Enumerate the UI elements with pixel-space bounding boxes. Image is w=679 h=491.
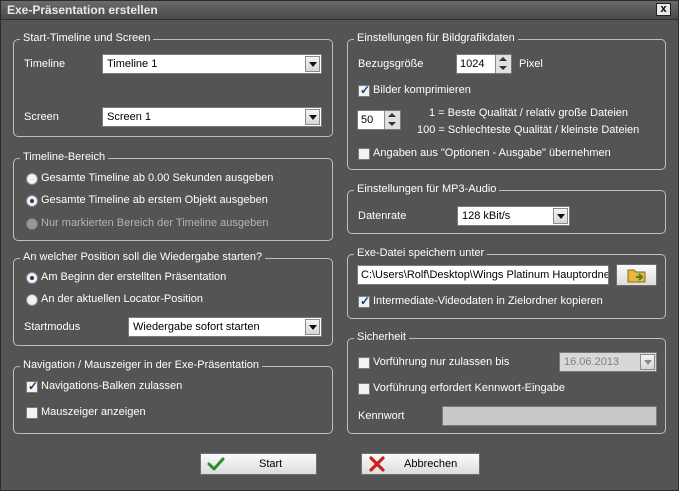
radio-range-2-label: Nur markierten Bereich der Timeline ausg… <box>41 217 269 229</box>
password-field <box>442 406 657 426</box>
start-button[interactable]: Start <box>200 453 317 475</box>
security-legend: Sicherheit <box>354 331 409 343</box>
close-button[interactable]: x <box>656 3 671 16</box>
cancel-button[interactable]: Abbrechen <box>361 453 480 475</box>
chevron-down-icon[interactable] <box>305 109 320 125</box>
intermediate-label[interactable]: Intermediate-Videodaten in Zielordner ko… <box>373 295 603 307</box>
checkmark-icon <box>207 457 225 471</box>
start-button-label: Start <box>259 458 283 470</box>
timeline-select[interactable]: Timeline 1 <box>102 54 322 74</box>
cancel-button-label: Abbrechen <box>404 458 458 470</box>
browse-folder-button[interactable] <box>616 264 657 286</box>
ref-size-unit: Pixel <box>519 58 543 70</box>
window-title: Exe-Präsentation erstellen <box>7 3 158 17</box>
screen-label: Screen <box>24 111 59 123</box>
until-checkbox[interactable] <box>358 357 370 369</box>
nav-bar-checkbox[interactable] <box>26 379 38 393</box>
screen-select[interactable]: Screen 1 <box>102 107 322 127</box>
radio-start-beginning-label[interactable]: Am Beginn der erstellten Präsentation <box>41 271 226 283</box>
bitrate-select-value: 128 kBit/s <box>462 210 511 222</box>
radio-range-2 <box>26 218 38 230</box>
quality-value: 50 <box>361 114 374 126</box>
timeline-label: Timeline <box>24 58 66 70</box>
startmode-select-value: Wiedergabe sofort starten <box>133 321 260 333</box>
navigation-legend: Navigation / Mauszeiger in der Exe-Präse… <box>20 359 263 371</box>
startmode-select[interactable]: Wiedergabe sofort starten <box>128 317 322 337</box>
password-label: Kennwort <box>358 410 405 422</box>
ref-size-value: 1024 <box>460 58 485 70</box>
startmode-label: Startmodus <box>24 321 81 333</box>
timeline-select-value: Timeline 1 <box>107 58 158 70</box>
chevron-down-icon[interactable] <box>305 56 320 72</box>
quality-spinner[interactable]: 50 <box>357 110 401 130</box>
folder-icon <box>627 269 646 283</box>
password-required-checkbox[interactable] <box>358 383 370 395</box>
save-path-value: C:\Users\Rolf\Desktop\Wings Platinum Hau… <box>361 269 609 281</box>
ref-size-spinner[interactable]: 1024 <box>456 54 512 74</box>
image-settings-legend: Einstellungen für Bildgrafikdaten <box>354 32 518 44</box>
date-picker: 16.06.2013 <box>559 352 657 372</box>
options-label[interactable]: Angaben aus "Optionen - Ausgabe" überneh… <box>373 147 611 159</box>
until-label[interactable]: Vorführung nur zulassen bis <box>373 356 509 368</box>
chevron-down-icon[interactable] <box>553 208 568 224</box>
chevron-down-icon[interactable] <box>305 319 320 335</box>
timeline-range-legend: Timeline-Bereich <box>20 151 109 163</box>
bitrate-label: Datenrate <box>358 210 407 222</box>
compress-label[interactable]: Bilder komprimieren <box>373 84 471 96</box>
screen-select-value: Screen 1 <box>107 111 152 123</box>
cross-icon <box>369 456 385 472</box>
spinner-arrows-icon[interactable] <box>384 111 400 129</box>
nav-bar-label[interactable]: Navigations-Balken zulassen <box>41 380 182 392</box>
start-position-legend: An welcher Position soll die Wiedergabe … <box>20 251 266 263</box>
bitrate-select[interactable]: 128 kBit/s <box>457 206 570 226</box>
options-checkbox[interactable] <box>358 148 370 160</box>
quality-hint-2: 100 = Schlechteste Qualität / kleinste D… <box>417 124 640 136</box>
navigation-group: Navigation / Mauszeiger in der Exe-Präse… <box>13 359 333 434</box>
dialog-window: Exe-Präsentation erstellen x Start-Timel… <box>0 0 679 491</box>
radio-range-0-label[interactable]: Gesamte Timeline ab 0.00 Sekunden ausgeb… <box>41 172 273 184</box>
intermediate-checkbox[interactable] <box>358 294 370 308</box>
quality-hint-1: 1 = Beste Qualität / relativ große Datei… <box>429 107 629 119</box>
password-required-label[interactable]: Vorführung erfordert Kennwort-Eingabe <box>373 382 565 394</box>
radio-start-locator-label[interactable]: An der aktuellen Locator-Position <box>41 293 203 305</box>
save-path-field[interactable]: C:\Users\Rolf\Desktop\Wings Platinum Hau… <box>357 265 609 285</box>
chevron-down-icon <box>640 354 655 370</box>
save-legend: Exe-Datei speichern unter <box>354 247 488 259</box>
cursor-label[interactable]: Mauszeiger anzeigen <box>41 406 146 418</box>
spinner-arrows-icon[interactable] <box>495 55 511 73</box>
radio-start-locator[interactable] <box>26 294 38 306</box>
radio-range-1[interactable] <box>26 195 38 207</box>
cursor-checkbox[interactable] <box>26 407 38 419</box>
radio-range-0[interactable] <box>26 173 38 185</box>
title-bar[interactable]: Exe-Präsentation erstellen x <box>1 1 678 20</box>
mp3-legend: Einstellungen für MP3-Audio <box>354 183 500 195</box>
date-value: 16.06.2013 <box>564 356 620 368</box>
ref-size-label: Bezugsgröße <box>358 58 424 70</box>
compress-checkbox[interactable] <box>358 83 370 97</box>
radio-range-1-label[interactable]: Gesamte Timeline ab erstem Objekt ausgeb… <box>41 194 268 206</box>
radio-start-beginning[interactable] <box>26 272 38 284</box>
start-timeline-legend: Start-Timeline und Screen <box>20 32 154 44</box>
